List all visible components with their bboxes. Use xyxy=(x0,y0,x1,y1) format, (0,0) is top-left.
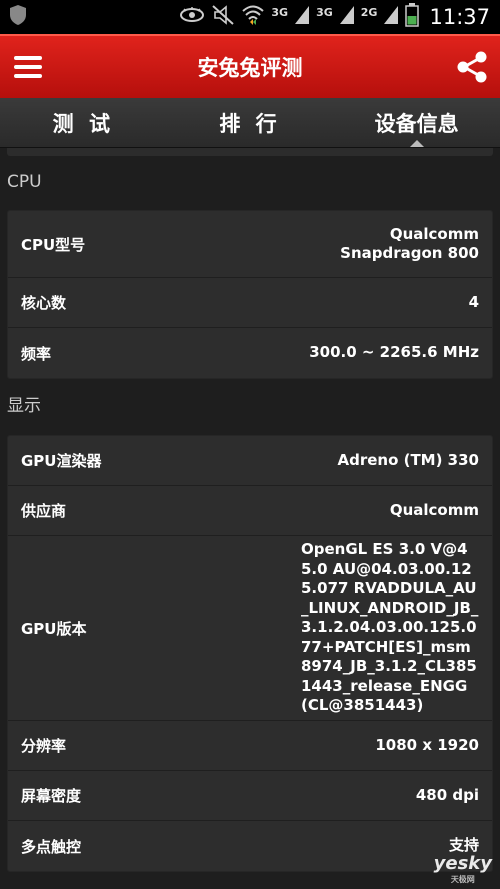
app-bar: 安兔兔评测 xyxy=(0,34,500,98)
info-row-density: 屏幕密度 480 dpi xyxy=(8,771,492,821)
info-label: GPU渲染器 xyxy=(21,452,102,470)
info-label: GPU版本 xyxy=(21,619,87,638)
signal-icon xyxy=(339,5,355,29)
app-title: 安兔兔评测 xyxy=(197,56,303,80)
status-bar: 3G 3G 2G 11:37 xyxy=(0,0,500,34)
network-type-3: 2G xyxy=(360,5,378,19)
device-info-content: CPU CPU型号 Qualcomm Snapdragon 800 核心数 4 … xyxy=(0,148,500,872)
info-value: OpenGL ES 3.0 V@45.0 AU@04.03.00.125.077… xyxy=(301,540,479,715)
tab-device-info[interactable]: 设备信息 xyxy=(333,98,500,147)
info-value: 1080 x 1920 xyxy=(375,735,479,754)
shield-icon xyxy=(8,4,28,30)
hamburger-icon xyxy=(14,56,42,60)
watermark-text: yesky xyxy=(433,853,492,874)
info-label: 多点触控 xyxy=(21,837,82,856)
info-value: 300.0 ~ 2265.6 MHz xyxy=(309,343,479,362)
section-title-cpu: CPU xyxy=(7,172,42,192)
info-label: 供应商 xyxy=(21,502,67,520)
info-label: CPU型号 xyxy=(21,235,86,254)
info-row-multitouch: 多点触控 支持 xyxy=(8,821,492,871)
info-row-resolution: 分辨率 1080 x 1920 xyxy=(8,721,492,771)
info-label: 频率 xyxy=(21,344,52,363)
battery-icon xyxy=(405,3,420,31)
menu-button[interactable] xyxy=(0,35,56,99)
share-icon xyxy=(457,51,487,83)
watermark-subtext: 天极网 xyxy=(450,875,475,884)
signal-icon xyxy=(383,5,399,29)
info-row-gpu-renderer: GPU渲染器 Adreno (TM) 330 xyxy=(8,436,492,486)
info-label: 分辨率 xyxy=(21,737,67,755)
info-row-cpu-model: CPU型号 Qualcomm Snapdragon 800 xyxy=(8,211,492,278)
share-button[interactable] xyxy=(444,35,500,99)
eye-icon xyxy=(179,6,205,28)
cpu-card: CPU型号 Qualcomm Snapdragon 800 核心数 4 频率 3… xyxy=(7,210,493,379)
signal-icon xyxy=(294,5,310,29)
card-edge xyxy=(7,148,493,156)
silent-icon xyxy=(211,4,235,30)
network-type-1: 3G xyxy=(271,5,289,19)
tab-test[interactable]: 测 试 xyxy=(0,98,167,147)
network-type-2: 3G xyxy=(316,5,333,19)
info-row-frequency: 频率 300.0 ~ 2265.6 MHz xyxy=(8,328,492,378)
wifi-icon xyxy=(241,4,265,30)
display-card: GPU渲染器 Adreno (TM) 330 供应商 Qualcomm GPU版… xyxy=(7,435,493,872)
info-row-gpu-version: GPU版本 OpenGL ES 3.0 V@45.0 AU@04.03.00.1… xyxy=(8,536,492,721)
watermark-logo: yesky 天极网 xyxy=(434,853,492,885)
info-label: 屏幕密度 xyxy=(21,787,82,805)
section-title-display: 显示 xyxy=(7,396,41,416)
tab-bar: 测 试 排 行 设备信息 xyxy=(0,98,500,148)
info-value: 480 dpi xyxy=(415,785,479,804)
info-value: Adreno (TM) 330 xyxy=(337,450,479,469)
info-row-vendor: 供应商 Qualcomm xyxy=(8,486,492,536)
tab-ranking[interactable]: 排 行 xyxy=(167,98,334,147)
clock: 11:37 xyxy=(429,5,490,29)
info-value: Qualcomm xyxy=(389,500,479,519)
info-row-cores: 核心数 4 xyxy=(8,278,492,328)
info-label: 核心数 xyxy=(21,294,67,312)
info-value: Qualcomm Snapdragon 800 xyxy=(340,224,479,263)
info-value: 4 xyxy=(468,292,479,311)
